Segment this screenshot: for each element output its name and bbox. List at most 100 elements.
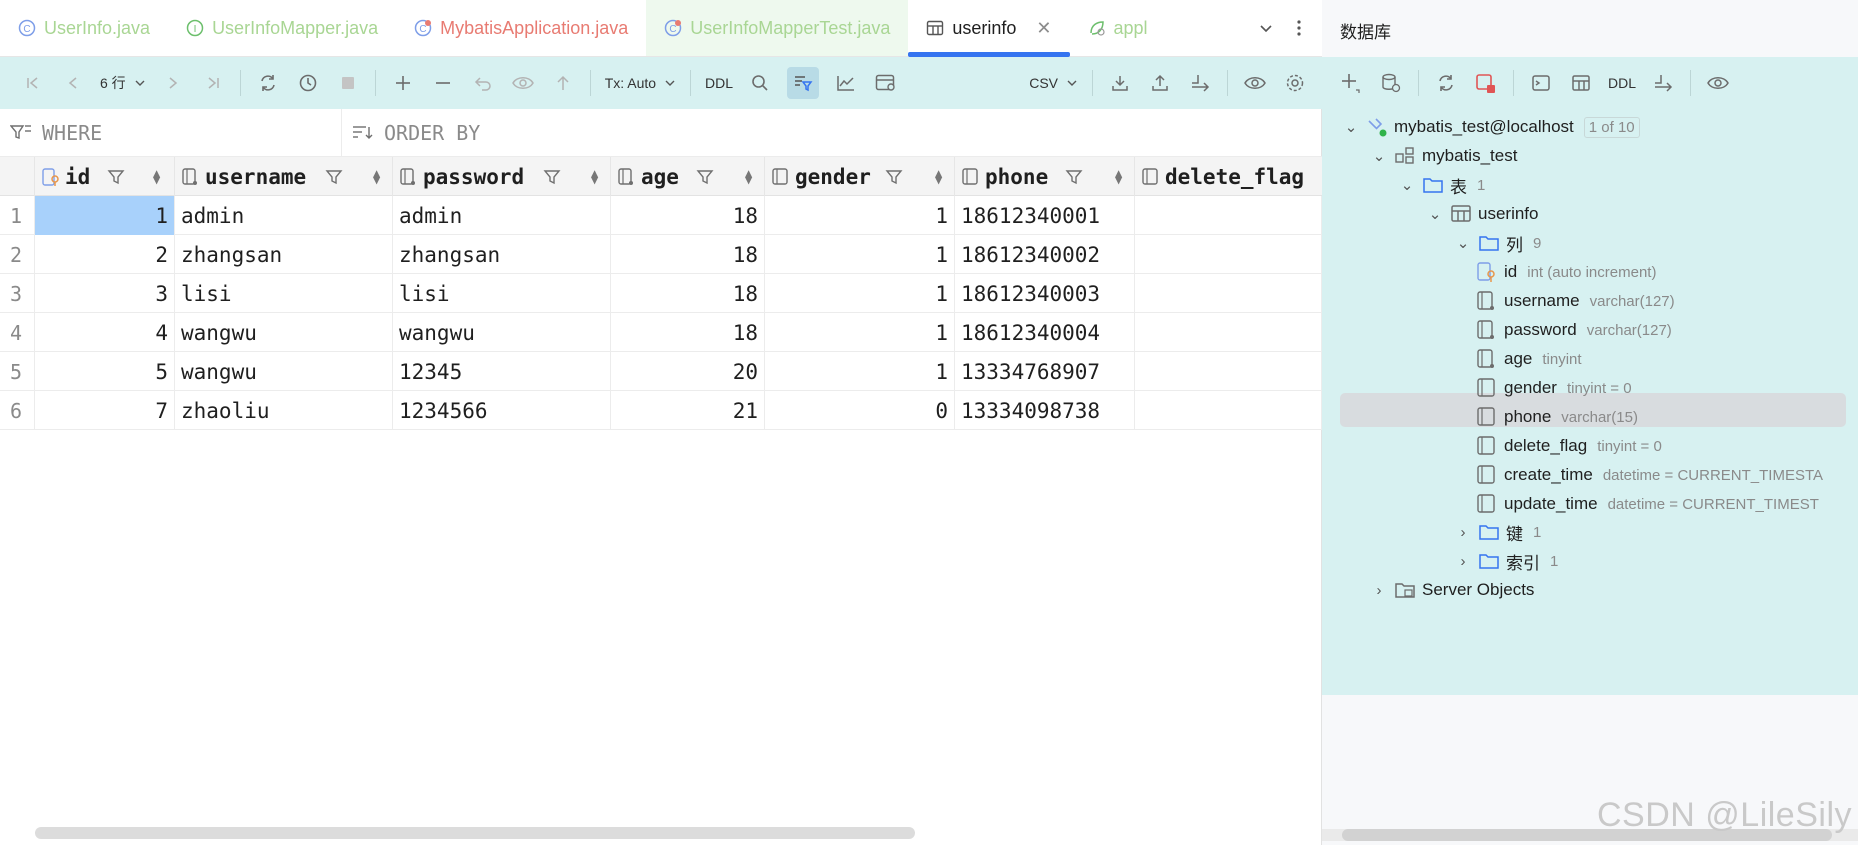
page-size-dropdown[interactable]: 6 行 (100, 70, 146, 96)
cell-phone[interactable]: 18612340003 (955, 274, 1135, 313)
table-row[interactable]: 5 5 wangwu 12345 20 1 13334768907 (0, 352, 1322, 391)
table-row[interactable]: 4 4 wangwu wangwu 18 1 18612340004 (0, 313, 1322, 352)
add-row-icon[interactable] (390, 70, 416, 96)
filter-toggle-icon[interactable] (787, 67, 820, 99)
tab-mybatisapplication-java[interactable]: C MybatisApplication.java (396, 0, 646, 56)
more-options-icon[interactable] (1296, 19, 1302, 37)
chevron-down-icon[interactable]: ⌄ (1396, 176, 1418, 194)
column-header-password[interactable]: password ▲ ▼ (393, 157, 611, 196)
cell-delete-flag[interactable] (1135, 274, 1322, 313)
disconnect-icon[interactable] (1473, 70, 1499, 96)
preview-changes-icon[interactable] (510, 70, 536, 96)
column-filter-icon[interactable] (885, 168, 903, 186)
table-icon[interactable] (1568, 70, 1594, 96)
close-icon[interactable]: ✕ (1036, 18, 1051, 39)
ddl-button[interactable]: DDL (705, 70, 733, 96)
datasource-properties-icon[interactable] (1378, 70, 1404, 96)
column-filter-icon[interactable] (696, 168, 714, 186)
tab-userinfo-table[interactable]: userinfo ✕ (908, 0, 1070, 57)
column-filter-icon[interactable] (543, 168, 561, 186)
where-filter-input[interactable]: WHERE (0, 109, 342, 156)
cell-username[interactable]: admin (175, 196, 393, 235)
cell-gender[interactable]: 1 (765, 235, 955, 274)
cell-id[interactable]: 5 (35, 352, 175, 391)
first-page-icon[interactable] (20, 70, 46, 96)
refresh-icon[interactable] (1433, 70, 1459, 96)
tab-userinfomappertest-java[interactable]: C UserInfoMapperTest.java (646, 0, 909, 56)
cell-gender[interactable]: 0 (765, 391, 955, 430)
column-filter-icon[interactable] (325, 168, 343, 186)
column-filter-icon[interactable] (107, 168, 125, 186)
eye-icon[interactable] (1705, 70, 1731, 96)
tab-userinfomapper-java[interactable]: I UserInfoMapper.java (168, 0, 396, 56)
view-settings-icon[interactable] (873, 70, 899, 96)
tab-list-chevron-icon[interactable] (1258, 20, 1274, 36)
compare-icon[interactable] (1187, 70, 1213, 96)
cell-gender[interactable]: 1 (765, 274, 955, 313)
tab-userinfo-java[interactable]: C UserInfo.java (0, 0, 168, 56)
column-sort-icon[interactable]: ▲ ▼ (745, 167, 752, 186)
horizontal-scrollbar[interactable] (35, 827, 915, 839)
cell-username[interactable]: wangwu (175, 313, 393, 352)
cell-id[interactable]: 2 (35, 235, 175, 274)
column-sort-icon[interactable]: ▲ ▼ (373, 167, 380, 186)
query-console-icon[interactable] (1528, 70, 1554, 96)
cell-delete-flag[interactable] (1135, 235, 1322, 274)
cell-username[interactable]: zhaoliu (175, 391, 393, 430)
cell-age[interactable]: 20 (611, 352, 765, 391)
cell-password[interactable]: wangwu (393, 313, 611, 352)
compare-icon[interactable] (1650, 70, 1676, 96)
cell-phone[interactable]: 13334768907 (955, 352, 1135, 391)
cell-id[interactable]: 3 (35, 274, 175, 313)
column-sort-icon[interactable]: ▲ ▼ (935, 167, 942, 186)
cell-age[interactable]: 18 (611, 235, 765, 274)
chart-icon[interactable] (833, 70, 859, 96)
cell-id[interactable]: 4 (35, 313, 175, 352)
export-format-dropdown[interactable]: CSV (1029, 70, 1078, 96)
cell-username[interactable]: zhangsan (175, 235, 393, 274)
chevron-down-icon[interactable]: ⌄ (1424, 205, 1446, 223)
settings-gear-icon[interactable] (1282, 70, 1308, 96)
cell-password[interactable]: admin (393, 196, 611, 235)
refresh-icon[interactable] (255, 70, 281, 96)
column-header-age[interactable]: age ▲ ▼ (611, 157, 765, 196)
chevron-right-icon[interactable]: › (1368, 582, 1390, 599)
column-header-id[interactable]: id ▲ ▼ (35, 157, 175, 196)
ddl-button[interactable]: DDL (1608, 70, 1636, 96)
next-page-icon[interactable] (160, 70, 186, 96)
table-row[interactable]: 2 2 zhangsan zhangsan 18 1 18612340002 (0, 235, 1322, 274)
stop-icon[interactable] (335, 70, 361, 96)
submit-icon[interactable] (550, 70, 576, 96)
history-icon[interactable] (295, 70, 321, 96)
last-page-icon[interactable] (200, 70, 226, 96)
cell-phone[interactable]: 13334098738 (955, 391, 1135, 430)
tab-application-yml[interactable]: appl (1070, 0, 1166, 56)
cell-age[interactable]: 21 (611, 391, 765, 430)
cell-id[interactable]: 1 (35, 196, 175, 235)
cell-username[interactable]: wangwu (175, 352, 393, 391)
cell-delete-flag[interactable] (1135, 196, 1322, 235)
cell-delete-flag[interactable] (1135, 391, 1322, 430)
chevron-down-icon[interactable]: ⌄ (1368, 147, 1390, 165)
cell-delete-flag[interactable] (1135, 313, 1322, 352)
search-icon[interactable] (747, 70, 773, 96)
tree-node-server-objects[interactable]: › Server Objects (1368, 573, 1535, 607)
cell-phone[interactable]: 18612340001 (955, 196, 1135, 235)
upload-icon[interactable] (1147, 70, 1173, 96)
column-sort-icon[interactable]: ▲ ▼ (153, 167, 160, 186)
chevron-down-icon[interactable]: ⌄ (1340, 118, 1362, 136)
column-header-username[interactable]: username ▲ ▼ (175, 157, 393, 196)
table-row[interactable]: 1 1 admin admin 18 1 18612340001 (0, 196, 1322, 235)
cell-phone[interactable]: 18612340004 (955, 313, 1135, 352)
download-icon[interactable] (1107, 70, 1133, 96)
column-filter-icon[interactable] (1065, 168, 1083, 186)
cell-password[interactable]: lisi (393, 274, 611, 313)
cell-delete-flag[interactable] (1135, 352, 1322, 391)
cell-password[interactable]: 1234566 (393, 391, 611, 430)
delete-row-icon[interactable] (430, 70, 456, 96)
cell-age[interactable]: 18 (611, 196, 765, 235)
cell-id[interactable]: 7 (35, 391, 175, 430)
cell-password[interactable]: 12345 (393, 352, 611, 391)
prev-page-icon[interactable] (60, 70, 86, 96)
chevron-right-icon[interactable]: › (1452, 553, 1474, 570)
